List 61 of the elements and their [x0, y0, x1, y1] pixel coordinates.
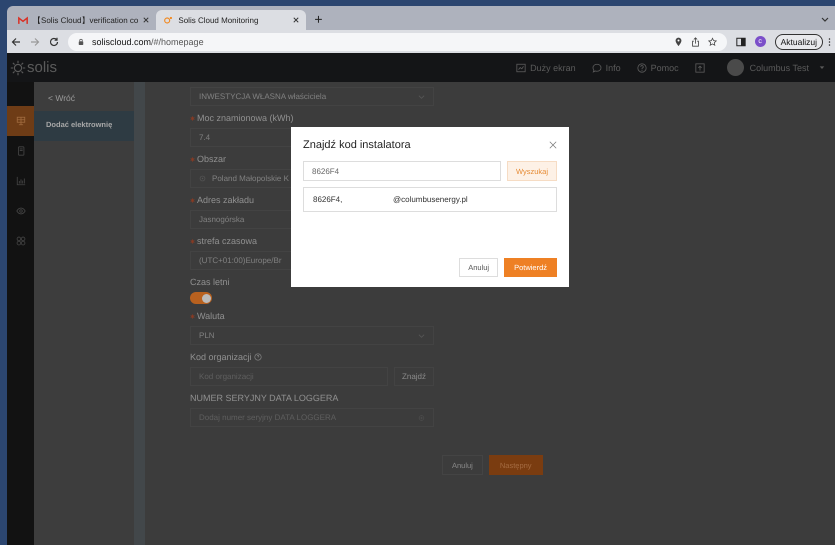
- asterisk-icon: [190, 314, 195, 318]
- more-icon[interactable]: [828, 36, 831, 46]
- device-icon: [16, 146, 26, 156]
- asterisk-icon: [190, 116, 195, 120]
- lock-icon: [78, 38, 84, 46]
- asterisk-icon: [190, 156, 195, 162]
- eye-icon: [16, 206, 26, 216]
- field-label: Adres zakładu: [190, 195, 254, 205]
- address-bar[interactable]: soliscloud.com/#/homepage: [68, 32, 727, 50]
- search-field[interactable]: 8626F4: [303, 161, 501, 181]
- chevron-down-icon[interactable]: [821, 17, 829, 23]
- browser-tab[interactable]: Solis Cloud Monitoring: [156, 10, 306, 30]
- location-pin-icon[interactable]: [674, 36, 683, 46]
- dialog-title: Znajdź kod instalatora: [303, 139, 411, 151]
- close-icon[interactable]: [549, 141, 557, 149]
- help-icon: [254, 353, 262, 361]
- header-link[interactable]: Info: [592, 62, 621, 72]
- chevron-down-icon: [418, 332, 425, 338]
- back-arrow-icon[interactable]: [11, 36, 21, 46]
- field-label: Obszar: [190, 154, 226, 164]
- location-pin-icon: [199, 175, 206, 182]
- asterisk-icon: [190, 238, 195, 244]
- update-button[interactable]: Aktualizuj: [774, 34, 823, 50]
- chat-icon: [592, 62, 602, 72]
- caret-icon[interactable]: [819, 65, 825, 70]
- star-icon[interactable]: [708, 36, 717, 46]
- new-tab-button[interactable]: +: [314, 11, 323, 27]
- user-name[interactable]: Columbus Test: [750, 62, 809, 72]
- sun-logo-icon: [10, 60, 26, 76]
- upload-icon[interactable]: [694, 62, 705, 72]
- find-button[interactable]: Znajdź: [394, 367, 434, 386]
- logo-text: solis: [27, 59, 58, 76]
- bar-chart-icon: [16, 176, 26, 186]
- field-label: strefa czasowa: [190, 236, 258, 246]
- url-text: soliscloud.com/#/homepage: [92, 36, 204, 46]
- sidebar-icon[interactable]: [736, 36, 746, 46]
- share-icon[interactable]: [690, 36, 700, 46]
- browser-tab[interactable]: 【Solis Cloud】verification co: [11, 10, 156, 30]
- field-label: Kod organizacji: [190, 352, 262, 362]
- chart-screen-icon: [516, 62, 526, 72]
- field-label: NUMER SERYJNY DATA LOGGERA: [190, 393, 338, 403]
- chevron-down-icon: [418, 94, 425, 100]
- close-icon[interactable]: [143, 17, 150, 23]
- field-label: Moc znamionowa (kWh): [190, 113, 294, 123]
- close-icon[interactable]: [293, 17, 300, 23]
- reload-icon[interactable]: [49, 36, 59, 46]
- mail-icon: [18, 16, 28, 24]
- toggle-switch[interactable]: [190, 292, 212, 304]
- asterisk-icon: [190, 198, 195, 202]
- apps-icon: [16, 236, 26, 246]
- help-icon: [636, 62, 647, 72]
- header-link[interactable]: Duży ekran: [516, 62, 576, 72]
- field-label: Waluta: [190, 311, 225, 321]
- select-field[interactable]: INWESTYCJA WŁASNA właściciela: [190, 87, 434, 106]
- back-link[interactable]: < Wróć: [34, 82, 134, 111]
- field-label: Czas letni: [190, 277, 230, 287]
- solar-panel-icon: [16, 116, 26, 126]
- header-link[interactable]: Pomoc: [636, 62, 679, 72]
- result-item[interactable]: 8626F4, @columbusenergy.pl: [303, 187, 557, 212]
- sun-icon: [163, 16, 174, 24]
- select-field[interactable]: PLN: [190, 326, 434, 345]
